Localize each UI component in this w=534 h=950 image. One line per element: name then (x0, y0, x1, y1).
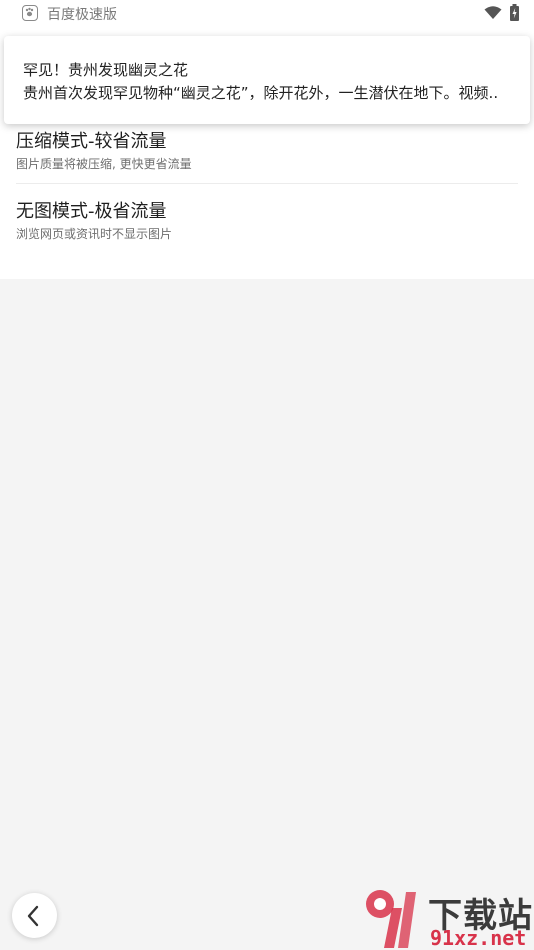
chevron-left-icon (27, 905, 39, 927)
baidu-paw-icon (22, 5, 38, 21)
push-notification[interactable]: 罕见！贵州发现幽灵之花 贵州首次发现罕见物种“幽灵之花”，除开花外，一生潜伏在地… (4, 36, 530, 124)
watermark: 下载站 91xz.net (362, 886, 534, 950)
settings-item-title: 压缩模式-较省流量 (16, 131, 167, 152)
settings-item-subtitle: 浏览网页或资讯时不显示图片 (16, 227, 173, 241)
back-button[interactable] (12, 893, 57, 938)
wifi-icon (484, 5, 502, 24)
notification-title: 罕见！贵州发现幽灵之花 (23, 61, 189, 79)
watermark-domain: 91xz.net (430, 926, 527, 950)
settings-item-compress-mode[interactable]: 压缩模式-较省流量 图片质量将被压缩, 更快更省流量 (16, 114, 518, 184)
status-bar: 百度极速版 (0, 0, 534, 26)
91-logo-icon (366, 890, 416, 948)
settings-item-subtitle: 图片质量将被压缩, 更快更省流量 (16, 157, 192, 171)
status-app-name: 百度极速版 (47, 7, 117, 23)
settings-item-title: 无图模式-极省流量 (16, 201, 167, 222)
battery-charging-icon (510, 4, 519, 25)
notification-body: 贵州首次发现罕见物种“幽灵之花”，除开花外，一生潜伏在地下。视频.. (23, 84, 499, 102)
settings-item-no-image-mode[interactable]: 无图模式-极省流量 浏览网页或资讯时不显示图片 (16, 184, 518, 253)
